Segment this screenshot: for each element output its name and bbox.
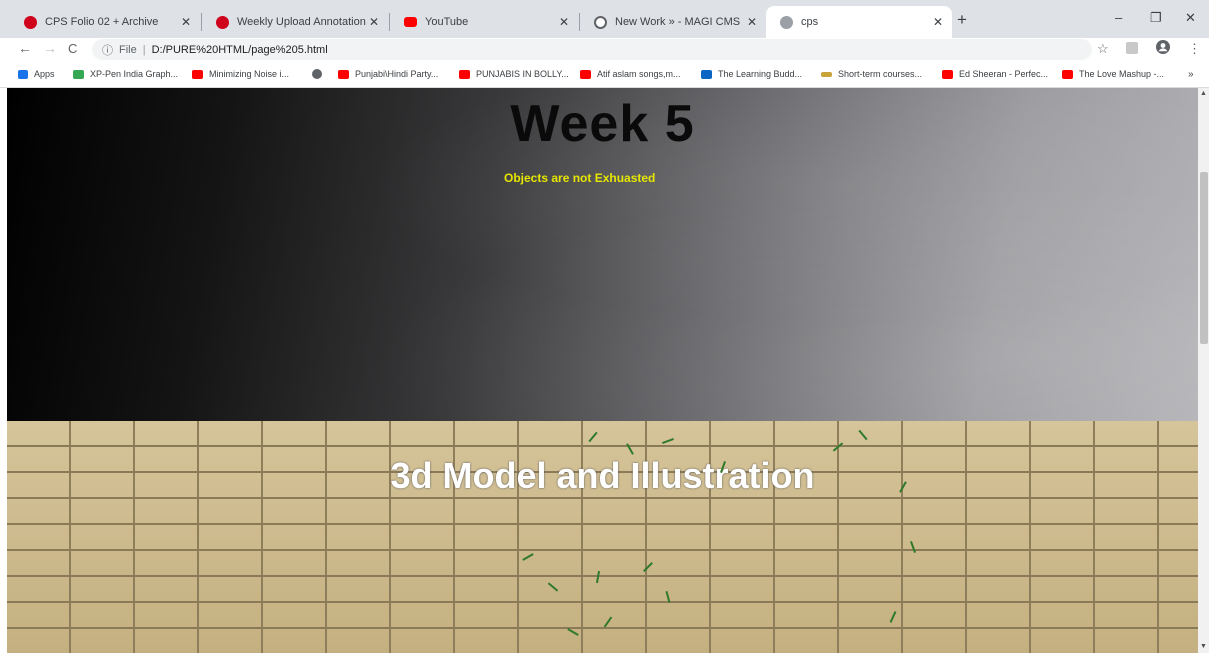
bookmark-item[interactable] xyxy=(312,69,328,79)
apps-icon xyxy=(18,69,28,79)
vine-leaf xyxy=(662,438,674,444)
bookmark-item[interactable]: The Learning Budd... xyxy=(701,69,802,79)
toolbar: ← → C ⓘ File | D:/PURE%20HTML/page%205.h… xyxy=(0,38,1209,62)
vine-leaf xyxy=(603,616,613,628)
vine-leaf xyxy=(858,429,868,441)
tab-title: New Work » - MAGI CMS xyxy=(615,16,741,28)
tab-title: CPS Folio 02 + Archive xyxy=(45,16,159,28)
tab-cps-folio[interactable]: CPS Folio 02 + Archive ✕ xyxy=(10,6,200,38)
restore-button[interactable]: ❐ xyxy=(1150,10,1162,26)
bookmark-item[interactable]: PUNJABIS IN BOLLY... xyxy=(459,69,569,79)
vine-leaf xyxy=(910,541,916,553)
info-icon[interactable]: ⓘ xyxy=(102,42,113,58)
vine-leaf xyxy=(547,582,559,592)
scheme-label: File xyxy=(119,43,137,56)
profile-icon[interactable] xyxy=(1156,40,1170,57)
scroll-up-icon[interactable]: ▲ xyxy=(1200,90,1207,97)
vine-leaf xyxy=(832,442,844,452)
close-icon[interactable]: ✕ xyxy=(178,15,194,29)
browser-window: CPS Folio 02 + Archive ✕ Weekly Upload A… xyxy=(0,0,1209,653)
magi-icon xyxy=(594,15,607,29)
close-icon[interactable]: ✕ xyxy=(744,15,760,29)
vine-leaf xyxy=(595,570,601,584)
minimize-button[interactable]: – xyxy=(1115,10,1122,25)
extension-icon[interactable] xyxy=(1126,42,1138,57)
globe-icon xyxy=(780,15,793,29)
tab-youtube[interactable]: YouTube ✕ xyxy=(390,6,578,38)
tab-weekly-upload[interactable]: Weekly Upload Annotation Guid ✕ xyxy=(202,6,388,38)
bookmark-item[interactable]: Ed Sheeran - Perfec... xyxy=(942,69,1048,79)
bookmark-item[interactable]: Minimizing Noise i... xyxy=(192,69,289,79)
page-title: Week 5 xyxy=(510,95,695,153)
vine-leaf xyxy=(626,443,634,455)
linkedin-icon xyxy=(701,69,712,79)
menu-icon[interactable]: ⋮ xyxy=(1188,41,1201,57)
vine-leaf xyxy=(567,628,579,636)
youtube-icon xyxy=(1062,69,1073,79)
tab-strip: CPS Folio 02 + Archive ✕ Weekly Upload A… xyxy=(0,0,1209,38)
hero-section: Week 5 Objects are not Exhuasted xyxy=(7,88,1198,421)
record-icon xyxy=(216,15,229,29)
youtube-icon xyxy=(459,69,470,79)
course-icon xyxy=(821,71,832,77)
vine-leaf xyxy=(889,611,897,623)
youtube-icon xyxy=(338,69,349,79)
reload-button[interactable]: C xyxy=(68,41,77,56)
globe-icon xyxy=(312,69,322,79)
close-window-button[interactable]: ✕ xyxy=(1185,10,1196,26)
youtube-icon xyxy=(404,17,417,27)
forward-button[interactable]: → xyxy=(43,40,57,56)
close-icon[interactable]: ✕ xyxy=(930,15,946,29)
page-subtitle: Objects are not Exhuasted xyxy=(504,171,656,185)
bookmark-apps[interactable]: Apps xyxy=(18,69,55,79)
close-icon[interactable]: ✕ xyxy=(556,15,572,29)
bookmarks-overflow-button[interactable]: » xyxy=(1188,69,1194,80)
xp-pen-icon xyxy=(73,69,84,79)
youtube-icon xyxy=(580,69,591,79)
scroll-down-icon[interactable]: ▼ xyxy=(1200,643,1207,650)
page-viewport: Week 5 Objects are not Exhuasted 3d Mode… xyxy=(7,88,1198,653)
vine-leaf xyxy=(522,553,534,561)
tab-cps[interactable]: cps ✕ xyxy=(766,6,952,38)
bookmark-item[interactable]: Atif aslam songs,m... xyxy=(580,69,681,79)
tab-title: Weekly Upload Annotation Guid xyxy=(237,16,366,28)
section-title: 3d Model and Illustration xyxy=(390,455,815,496)
youtube-icon xyxy=(942,69,953,79)
star-icon[interactable]: ☆ xyxy=(1097,41,1109,57)
address-bar[interactable]: ⓘ File | D:/PURE%20HTML/page%205.html xyxy=(92,39,1092,60)
youtube-icon xyxy=(192,69,203,79)
close-icon[interactable]: ✕ xyxy=(366,15,382,29)
bookmark-item[interactable]: XP-Pen India Graph... xyxy=(73,69,178,79)
bookmark-item[interactable]: The Love Mashup -... xyxy=(1062,69,1164,79)
back-button[interactable]: ← xyxy=(18,40,32,56)
tab-title: YouTube xyxy=(425,16,469,28)
bookmark-item[interactable]: Short-term courses... xyxy=(821,69,922,79)
vine-leaf xyxy=(588,431,598,443)
vine-leaf xyxy=(665,590,671,604)
scrollbar-thumb[interactable] xyxy=(1200,172,1208,344)
vine-leaf xyxy=(643,562,653,572)
record-icon xyxy=(24,15,37,29)
brick-wall-section: 3d Model and Illustration xyxy=(7,421,1198,653)
tab-magi-cms[interactable]: New Work » - MAGI CMS ✕ xyxy=(580,6,766,38)
bookmark-item[interactable]: Punjabi\Hindi Party... xyxy=(338,69,438,79)
url-text: D:/PURE%20HTML/page%205.html xyxy=(151,43,328,56)
new-tab-button[interactable]: + xyxy=(957,10,967,30)
bookmarks-bar: Apps XP-Pen India Graph... Minimizing No… xyxy=(0,62,1209,88)
tab-title: cps xyxy=(801,16,819,28)
